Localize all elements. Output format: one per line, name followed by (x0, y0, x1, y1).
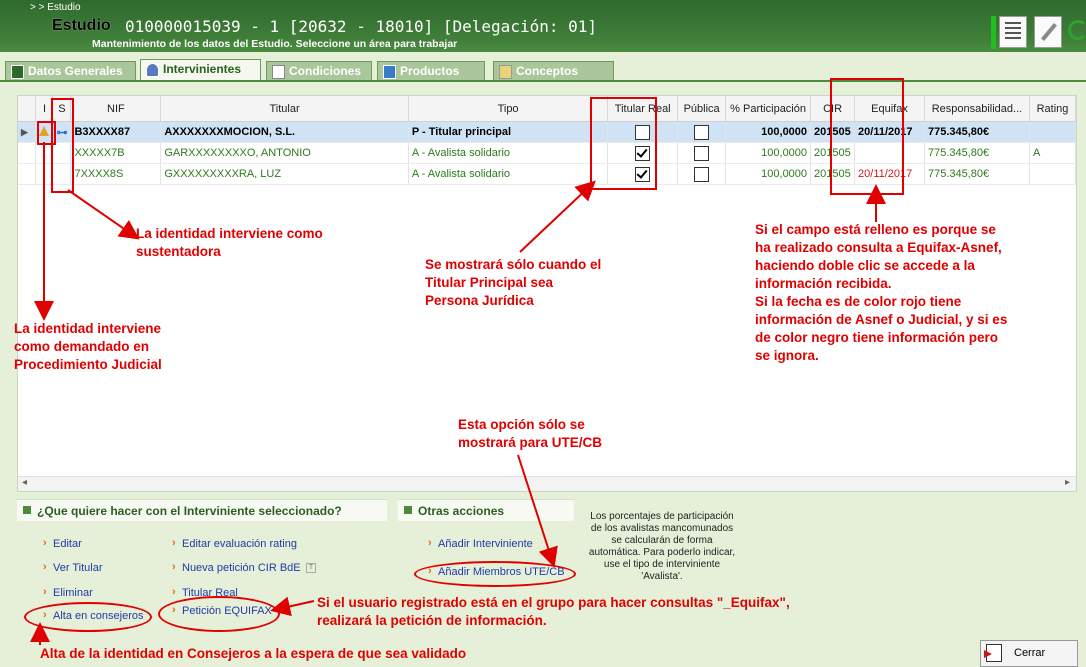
annotation-equifax-group: Si el usuario registrado está en el grup… (317, 595, 790, 628)
annotation-equifax: Si el campo está relleno es porque se ha… (755, 222, 1008, 363)
annotation-ute: Esta opción sólo se mostrará para UTE/CB (458, 417, 603, 450)
annotation-consejeros: Alta de la identidad en Consejeros a la … (40, 646, 467, 661)
arrow-equifax-group (270, 596, 315, 617)
annotation-sustentadora: La identidad interviene como sustentador… (136, 226, 323, 259)
annotation-titular-real: Se mostrará sólo cuando el Titular Princ… (425, 257, 602, 308)
arrow-ute (517, 454, 558, 568)
arrow-titular-real (519, 180, 596, 253)
annotation-demandado: La identidad interviene como demandado e… (14, 321, 162, 372)
arrow-sustentadora (67, 189, 140, 240)
